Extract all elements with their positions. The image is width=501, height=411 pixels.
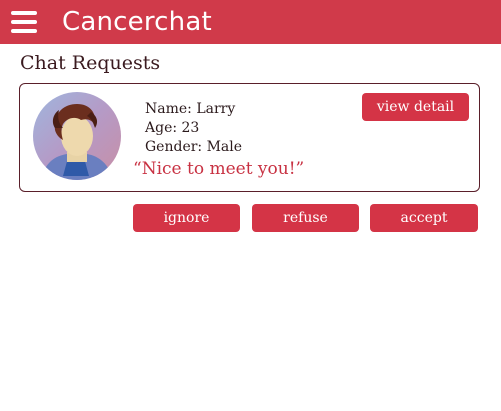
requester-age: Age: 23 [145,120,200,136]
ignore-button[interactable]: ignore [133,204,240,232]
view-detail-button[interactable]: view detail [362,93,469,121]
menu-icon-bar [11,11,37,15]
requester-gender: Gender: Male [145,139,243,155]
request-message: “Nice to meet you!” [133,159,305,179]
refuse-button[interactable]: refuse [252,204,359,232]
menu-icon-bar [11,29,37,33]
requester-name: Name: Larry [145,101,236,117]
app-title: Cancerchat [62,7,212,37]
menu-icon-bar [11,20,37,24]
chat-request-card: Name: Larry Age: 23 Gender: Male “Nice t… [19,83,480,192]
app-bar: Cancerchat [0,0,501,44]
menu-icon[interactable] [11,11,37,33]
avatar [33,92,121,180]
accept-button[interactable]: accept [370,204,478,232]
section-title: Chat Requests [20,52,161,74]
avatar-portrait-icon [33,92,121,180]
